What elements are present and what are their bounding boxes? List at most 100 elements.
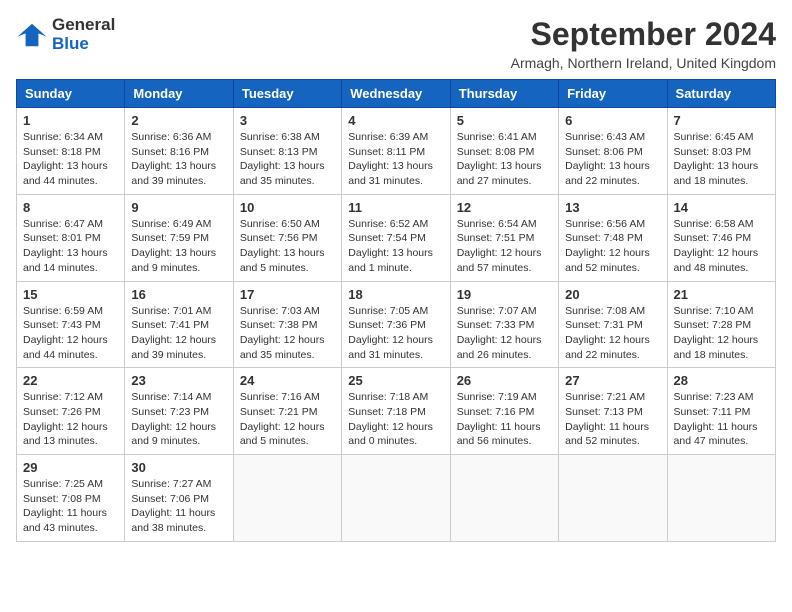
day-info: Sunrise: 6:59 AM Sunset: 7:43 PM Dayligh… bbox=[23, 304, 118, 363]
day-cell-26: 26 Sunrise: 7:19 AM Sunset: 7:16 PM Dayli… bbox=[450, 368, 558, 455]
day-cell-20: 20 Sunrise: 7:08 AM Sunset: 7:31 PM Dayli… bbox=[559, 281, 667, 368]
calendar-table: SundayMondayTuesdayWednesdayThursdayFrid… bbox=[16, 79, 776, 542]
day-info: Sunrise: 7:14 AM Sunset: 7:23 PM Dayligh… bbox=[131, 390, 226, 449]
calendar-week-5: 29 Sunrise: 7:25 AM Sunset: 7:08 PM Dayli… bbox=[17, 455, 776, 542]
empty-cell bbox=[233, 455, 341, 542]
empty-cell bbox=[450, 455, 558, 542]
day-cell-22: 22 Sunrise: 7:12 AM Sunset: 7:26 PM Dayli… bbox=[17, 368, 125, 455]
calendar-week-4: 22 Sunrise: 7:12 AM Sunset: 7:26 PM Dayli… bbox=[17, 368, 776, 455]
logo-blue: Blue bbox=[52, 35, 115, 54]
day-number: 1 bbox=[23, 113, 118, 128]
day-info: Sunrise: 7:07 AM Sunset: 7:33 PM Dayligh… bbox=[457, 304, 552, 363]
day-number: 13 bbox=[565, 200, 660, 215]
day-header-saturday: Saturday bbox=[667, 80, 775, 108]
day-cell-16: 16 Sunrise: 7:01 AM Sunset: 7:41 PM Dayli… bbox=[125, 281, 233, 368]
day-info: Sunrise: 7:21 AM Sunset: 7:13 PM Dayligh… bbox=[565, 390, 660, 449]
day-info: Sunrise: 7:19 AM Sunset: 7:16 PM Dayligh… bbox=[457, 390, 552, 449]
day-cell-14: 14 Sunrise: 6:58 AM Sunset: 7:46 PM Dayli… bbox=[667, 194, 775, 281]
day-number: 25 bbox=[348, 373, 443, 388]
day-info: Sunrise: 6:41 AM Sunset: 8:08 PM Dayligh… bbox=[457, 130, 552, 189]
day-header-wednesday: Wednesday bbox=[342, 80, 450, 108]
day-number: 27 bbox=[565, 373, 660, 388]
day-number: 29 bbox=[23, 460, 118, 475]
day-info: Sunrise: 7:10 AM Sunset: 7:28 PM Dayligh… bbox=[674, 304, 769, 363]
day-number: 26 bbox=[457, 373, 552, 388]
calendar-week-2: 8Sunrise: 6:47 AM Sunset: 8:01 PM Daylig… bbox=[17, 194, 776, 281]
empty-cell bbox=[342, 455, 450, 542]
day-cell-6: 6Sunrise: 6:43 AM Sunset: 8:06 PM Daylig… bbox=[559, 108, 667, 195]
day-info: Sunrise: 7:25 AM Sunset: 7:08 PM Dayligh… bbox=[23, 477, 118, 536]
day-cell-25: 25 Sunrise: 7:18 AM Sunset: 7:18 PM Dayli… bbox=[342, 368, 450, 455]
logo-general: General bbox=[52, 16, 115, 35]
empty-cell bbox=[559, 455, 667, 542]
day-cell-21: 21Sunrise: 7:10 AM Sunset: 7:28 PM Dayli… bbox=[667, 281, 775, 368]
day-number: 20 bbox=[565, 287, 660, 302]
day-number: 10 bbox=[240, 200, 335, 215]
day-info: Sunrise: 7:01 AM Sunset: 7:41 PM Dayligh… bbox=[131, 304, 226, 363]
day-cell-24: 24 Sunrise: 7:16 AM Sunset: 7:21 PM Dayli… bbox=[233, 368, 341, 455]
day-cell-18: 18 Sunrise: 7:05 AM Sunset: 7:36 PM Dayli… bbox=[342, 281, 450, 368]
header: General Blue September 2024 Armagh, Nort… bbox=[16, 16, 776, 71]
day-number: 22 bbox=[23, 373, 118, 388]
calendar-week-1: 1 Sunrise: 6:34 AM Sunset: 8:18 PM Daylig… bbox=[17, 108, 776, 195]
day-cell-5: 5 Sunrise: 6:41 AM Sunset: 8:08 PM Daylig… bbox=[450, 108, 558, 195]
day-info: Sunrise: 6:58 AM Sunset: 7:46 PM Dayligh… bbox=[674, 217, 769, 276]
calendar-week-3: 15 Sunrise: 6:59 AM Sunset: 7:43 PM Dayli… bbox=[17, 281, 776, 368]
day-cell-10: 10Sunrise: 6:50 AM Sunset: 7:56 PM Dayli… bbox=[233, 194, 341, 281]
day-number: 11 bbox=[348, 200, 443, 215]
day-number: 24 bbox=[240, 373, 335, 388]
day-info: Sunrise: 6:49 AM Sunset: 7:59 PM Dayligh… bbox=[131, 217, 226, 276]
logo-text: General Blue bbox=[52, 16, 115, 53]
day-header-friday: Friday bbox=[559, 80, 667, 108]
day-cell-3: 3Sunrise: 6:38 AM Sunset: 8:13 PM Daylig… bbox=[233, 108, 341, 195]
day-info: Sunrise: 6:39 AM Sunset: 8:11 PM Dayligh… bbox=[348, 130, 443, 189]
day-info: Sunrise: 7:08 AM Sunset: 7:31 PM Dayligh… bbox=[565, 304, 660, 363]
logo-icon bbox=[16, 19, 48, 51]
day-info: Sunrise: 7:12 AM Sunset: 7:26 PM Dayligh… bbox=[23, 390, 118, 449]
location-subtitle: Armagh, Northern Ireland, United Kingdom bbox=[511, 55, 776, 71]
day-number: 7 bbox=[674, 113, 769, 128]
day-info: Sunrise: 6:56 AM Sunset: 7:48 PM Dayligh… bbox=[565, 217, 660, 276]
day-number: 5 bbox=[457, 113, 552, 128]
day-cell-27: 27 Sunrise: 7:21 AM Sunset: 7:13 PM Dayli… bbox=[559, 368, 667, 455]
day-number: 16 bbox=[131, 287, 226, 302]
day-info: Sunrise: 6:54 AM Sunset: 7:51 PM Dayligh… bbox=[457, 217, 552, 276]
day-info: Sunrise: 7:16 AM Sunset: 7:21 PM Dayligh… bbox=[240, 390, 335, 449]
day-number: 12 bbox=[457, 200, 552, 215]
day-info: Sunrise: 6:36 AM Sunset: 8:16 PM Dayligh… bbox=[131, 130, 226, 189]
day-info: Sunrise: 7:23 AM Sunset: 7:11 PM Dayligh… bbox=[674, 390, 769, 449]
day-number: 17 bbox=[240, 287, 335, 302]
day-cell-13: 13 Sunrise: 6:56 AM Sunset: 7:48 PM Dayli… bbox=[559, 194, 667, 281]
day-cell-17: 17 Sunrise: 7:03 AM Sunset: 7:38 PM Dayli… bbox=[233, 281, 341, 368]
day-header-monday: Monday bbox=[125, 80, 233, 108]
day-number: 15 bbox=[23, 287, 118, 302]
empty-cell bbox=[667, 455, 775, 542]
day-info: Sunrise: 6:43 AM Sunset: 8:06 PM Dayligh… bbox=[565, 130, 660, 189]
day-info: Sunrise: 7:05 AM Sunset: 7:36 PM Dayligh… bbox=[348, 304, 443, 363]
day-cell-2: 2Sunrise: 6:36 AM Sunset: 8:16 PM Daylig… bbox=[125, 108, 233, 195]
day-cell-15: 15 Sunrise: 6:59 AM Sunset: 7:43 PM Dayli… bbox=[17, 281, 125, 368]
day-number: 18 bbox=[348, 287, 443, 302]
day-cell-1: 1 Sunrise: 6:34 AM Sunset: 8:18 PM Daylig… bbox=[17, 108, 125, 195]
day-number: 9 bbox=[131, 200, 226, 215]
day-cell-8: 8Sunrise: 6:47 AM Sunset: 8:01 PM Daylig… bbox=[17, 194, 125, 281]
day-info: Sunrise: 7:03 AM Sunset: 7:38 PM Dayligh… bbox=[240, 304, 335, 363]
title-block: September 2024 Armagh, Northern Ireland,… bbox=[511, 16, 776, 71]
day-cell-4: 4 Sunrise: 6:39 AM Sunset: 8:11 PM Daylig… bbox=[342, 108, 450, 195]
calendar-header-row: SundayMondayTuesdayWednesdayThursdayFrid… bbox=[17, 80, 776, 108]
logo: General Blue bbox=[16, 16, 115, 53]
day-cell-28: 28Sunrise: 7:23 AM Sunset: 7:11 PM Dayli… bbox=[667, 368, 775, 455]
day-cell-29: 29 Sunrise: 7:25 AM Sunset: 7:08 PM Dayli… bbox=[17, 455, 125, 542]
day-number: 14 bbox=[674, 200, 769, 215]
day-header-thursday: Thursday bbox=[450, 80, 558, 108]
day-info: Sunrise: 6:34 AM Sunset: 8:18 PM Dayligh… bbox=[23, 130, 118, 189]
day-number: 19 bbox=[457, 287, 552, 302]
day-cell-12: 12 Sunrise: 6:54 AM Sunset: 7:51 PM Dayli… bbox=[450, 194, 558, 281]
day-cell-7: 7 Sunrise: 6:45 AM Sunset: 8:03 PM Daylig… bbox=[667, 108, 775, 195]
day-cell-23: 23Sunrise: 7:14 AM Sunset: 7:23 PM Dayli… bbox=[125, 368, 233, 455]
day-info: Sunrise: 6:45 AM Sunset: 8:03 PM Dayligh… bbox=[674, 130, 769, 189]
day-number: 4 bbox=[348, 113, 443, 128]
day-number: 30 bbox=[131, 460, 226, 475]
day-info: Sunrise: 7:18 AM Sunset: 7:18 PM Dayligh… bbox=[348, 390, 443, 449]
day-info: Sunrise: 7:27 AM Sunset: 7:06 PM Dayligh… bbox=[131, 477, 226, 536]
